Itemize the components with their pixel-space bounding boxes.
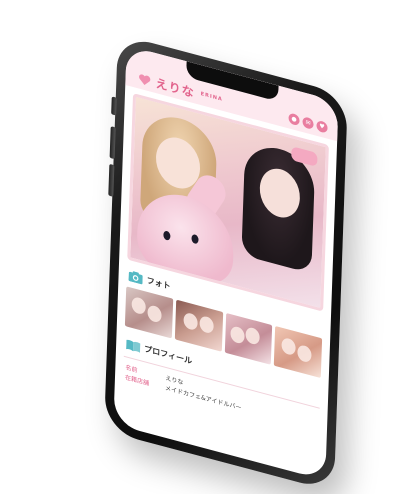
phone-screen: えりな ERINA ● ✉ ♥ フォト プロフィール 名前 えりな 在籍店舗 メ…: [113, 45, 339, 481]
heart-logo-icon: [137, 70, 151, 88]
camera-icon[interactable]: ●: [288, 111, 300, 126]
mute-switch: [111, 96, 117, 116]
volume-down-button: [108, 163, 115, 197]
photo-section-label: フォト: [146, 275, 171, 291]
volume-up-button: [109, 126, 116, 160]
photo-thumbnail[interactable]: [274, 325, 323, 379]
mockup-stage: えりな ERINA ● ✉ ♥ フォト プロフィール 名前 えりな 在籍店舗 メ…: [0, 0, 420, 494]
page-subtitle: ERINA: [200, 91, 223, 103]
message-icon[interactable]: ✉: [302, 115, 314, 130]
photo-thumbnail[interactable]: [224, 312, 273, 365]
header-icon-group: ● ✉ ♥: [288, 111, 328, 134]
photo-thumbnail[interactable]: [174, 299, 223, 352]
camera-icon: [128, 270, 143, 285]
photo-thumbnail[interactable]: [124, 286, 173, 339]
heart-icon[interactable]: ♥: [316, 119, 328, 134]
phone-frame: えりな ERINA ● ✉ ♥ フォト プロフィール 名前 えりな 在籍店舗 メ…: [104, 34, 348, 492]
page-title: えりな: [155, 75, 195, 100]
book-icon: [126, 338, 141, 353]
